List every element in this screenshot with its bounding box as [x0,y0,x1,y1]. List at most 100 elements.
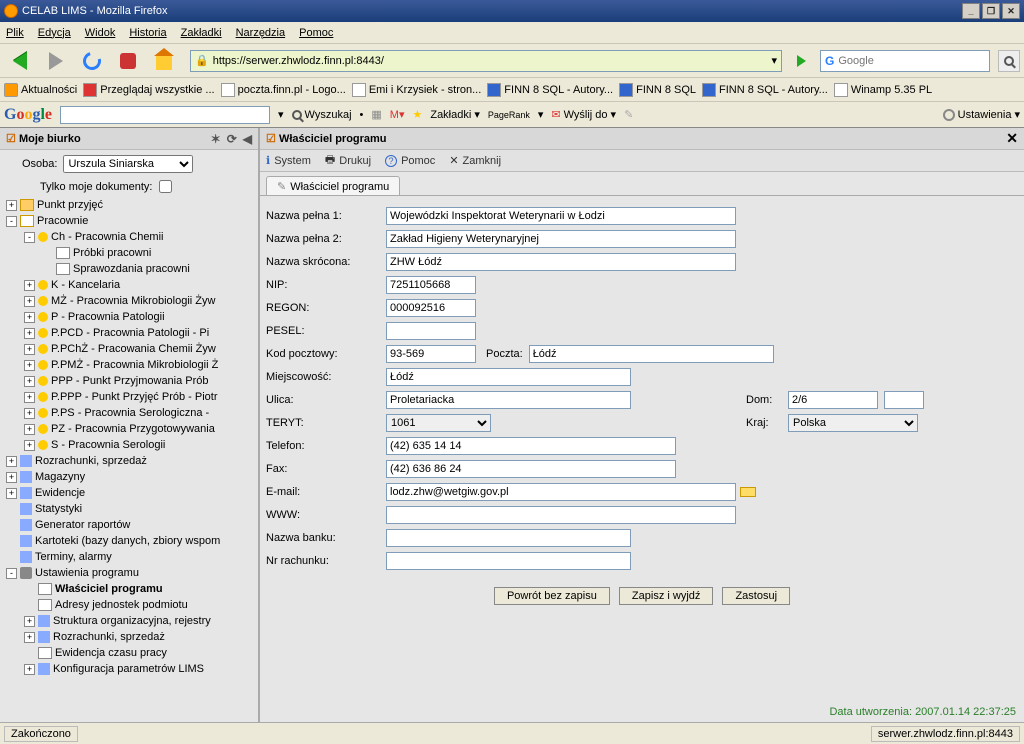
url-dropdown-icon[interactable]: ▾ [771,54,777,67]
close-button[interactable]: ✕ [1002,3,1020,19]
menu-bookmarks[interactable]: Zakładki [181,27,222,39]
tree-expand-icon[interactable]: + [24,360,35,371]
tree-expand-icon[interactable]: + [6,472,17,483]
menu-close[interactable]: ✕Zamknij [449,154,501,167]
tree-expand-icon[interactable]: + [24,312,35,323]
tree-expand-icon[interactable]: + [24,616,35,627]
apply-button[interactable]: Zastosuj [722,587,790,605]
search-input[interactable] [838,55,985,67]
tree-item[interactable]: Próbki pracowni [2,245,256,261]
search-go-button[interactable] [998,50,1020,72]
tree-item[interactable]: +S - Pracownia Serologii [2,437,256,453]
input-bank[interactable] [386,529,631,547]
select-country[interactable]: Polska [788,414,918,432]
tree-expand-icon[interactable]: + [24,296,35,307]
url-bar[interactable]: 🔒 https://serwer.zhwlodz.finn.pl:8443/ ▾ [190,50,782,72]
tree-expand-icon[interactable]: + [24,328,35,339]
bookmark-item[interactable]: Aktualności [4,83,77,97]
input-street[interactable] [386,391,631,409]
back-button[interactable]: Powrót bez zapisu [494,587,610,605]
input-zip[interactable] [386,345,476,363]
tree-item[interactable]: -Ch - Pracownia Chemii [2,229,256,245]
tree-item[interactable]: +P.PCD - Pracownia Patologii - Pi [2,325,256,341]
bookmark-item[interactable]: Emi i Krzysiek - stron... [352,83,481,97]
bookmark-item[interactable]: FINN 8 SQL - Autory... [702,83,828,97]
only-docs-checkbox[interactable] [159,180,172,193]
tree-item[interactable]: -Ustawienia programu [2,565,256,581]
tree-expand-icon[interactable]: + [24,376,35,387]
tree-expand-icon[interactable]: + [24,280,35,291]
menu-view[interactable]: Widok [85,27,116,39]
go-button[interactable] [792,52,810,70]
tree-item[interactable]: +P.PChŻ - Pracowania Chemii Żyw [2,341,256,357]
bookmark-item[interactable]: Przeglądaj wszystkie ... [83,83,214,97]
tree-item[interactable]: Kartoteki (bazy danych, zbiory wspom [2,533,256,549]
sidebar-tool-icon[interactable]: ◀ [243,132,252,146]
menu-print[interactable]: 🖶Drukuj [325,151,371,170]
input-nip[interactable] [386,276,476,294]
save-button[interactable]: Zapisz i wyjdź [619,587,713,605]
osoba-select[interactable]: Urszula Siniarska [63,155,193,173]
google-pagerank[interactable]: PageRank [488,110,530,120]
select-teryt[interactable]: 1061 [386,414,491,432]
input-city[interactable] [386,368,631,386]
tree-item[interactable]: Właściciel programu [2,581,256,597]
input-short[interactable] [386,253,736,271]
google-bookmarks[interactable]: Zakładki▾ [430,108,480,121]
tree-item[interactable]: Sprawozdania pracowni [2,261,256,277]
content-close-button[interactable]: ✕ [1006,130,1018,147]
google-search-button[interactable]: Wyszukaj [292,109,352,121]
tree-expand-icon[interactable]: + [6,488,17,499]
sidebar-tool-icon[interactable]: ⟳ [227,132,237,146]
stop-button[interactable] [112,47,144,75]
bookmark-item[interactable]: Winamp 5.35 PL [834,83,932,97]
forward-button[interactable] [40,47,72,75]
input-house2[interactable] [884,391,924,409]
tree-expand-icon[interactable]: + [24,344,35,355]
tree-item[interactable]: +Magazyny [2,469,256,485]
tree-expand-icon[interactable]: + [24,424,35,435]
google-settings[interactable]: Ustawienia▾ [943,108,1020,121]
tree-expand-icon[interactable]: + [24,632,35,643]
home-button[interactable] [148,47,180,75]
tree-item[interactable]: +P - Pracownia Patologii [2,309,256,325]
tree-item[interactable]: +MŻ - Pracownia Mikrobiologii Żyw [2,293,256,309]
tree-item[interactable]: +P.PS - Pracownia Serologiczna - [2,405,256,421]
input-post[interactable] [529,345,774,363]
tree-item[interactable]: Terminy, alarmy [2,549,256,565]
back-button[interactable] [4,47,36,75]
mail-icon[interactable] [740,487,756,497]
input-fax[interactable] [386,460,676,478]
dropdown-icon[interactable]: ▾ [278,108,284,121]
input-account[interactable] [386,552,631,570]
google-send[interactable]: ✉ Wyślij do▾ [551,108,616,121]
menu-edit[interactable]: Edycja [38,27,71,39]
tree-expand-icon[interactable]: + [6,456,17,467]
tree-item[interactable]: +PZ - Pracownia Przygotowywania [2,421,256,437]
menu-help[interactable]: Pomoc [299,27,333,39]
input-name1[interactable] [386,207,736,225]
tab-owner[interactable]: ✎Właściciel programu [266,176,400,196]
menu-history[interactable]: Historia [129,27,166,39]
tree-item[interactable]: -Pracownie [2,213,256,229]
tree-expand-icon[interactable]: + [24,392,35,403]
google-search-input[interactable] [60,106,270,124]
tree-item[interactable]: +P.PPP - Punkt Przyjęć Prób - Piotr [2,389,256,405]
tree-expand-icon[interactable]: + [24,440,35,451]
tree-item[interactable]: Statystyki [2,501,256,517]
input-phone[interactable] [386,437,676,455]
tree-item[interactable]: +K - Kancelaria [2,277,256,293]
bookmark-item[interactable]: FINN 8 SQL - Autory... [487,83,613,97]
input-name2[interactable] [386,230,736,248]
tree-item[interactable]: Generator raportów [2,517,256,533]
tree-expand-icon[interactable]: - [6,568,17,579]
reload-button[interactable] [76,47,108,75]
tree-expand-icon[interactable]: + [24,408,35,419]
tree-item[interactable]: +Konfiguracja parametrów LIMS [2,661,256,677]
tree-expand-icon[interactable]: - [24,232,35,243]
sidebar-tool-icon[interactable]: ✶ [211,132,221,146]
maximize-button[interactable]: ❐ [982,3,1000,19]
tree-item[interactable]: +Rozrachunki, sprzedaż [2,629,256,645]
menu-system[interactable]: ℹSystem [266,154,311,167]
input-www[interactable] [386,506,736,524]
